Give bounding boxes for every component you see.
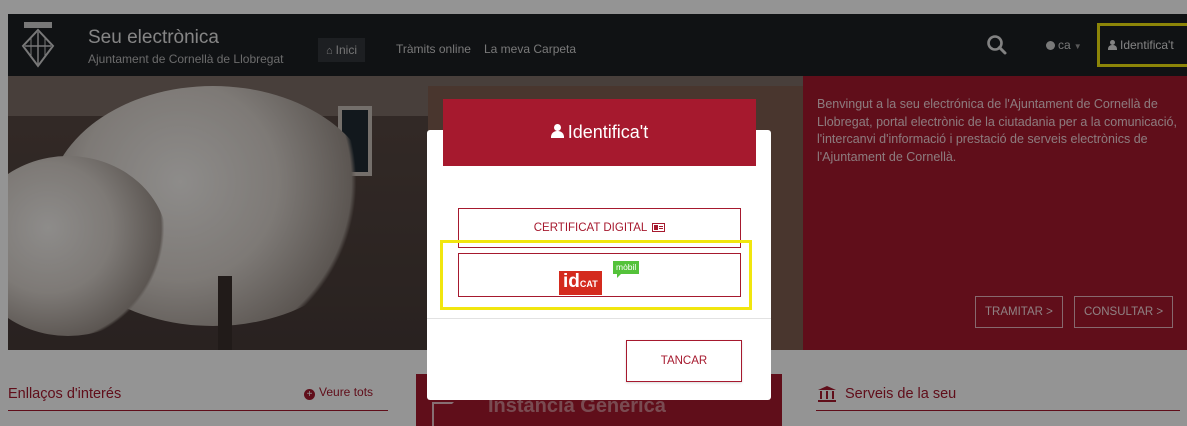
id-card-icon [652,223,666,232]
idcat-highlight-box [440,240,752,310]
modal-divider [427,318,771,319]
modal-header: Identifica't [443,99,756,166]
close-modal-button[interactable]: TANCAR [626,340,742,382]
user-icon [550,124,564,138]
digital-certificate-label: CERTIFICAT DIGITAL [533,222,648,234]
modal-title: Identifica't [567,122,649,142]
